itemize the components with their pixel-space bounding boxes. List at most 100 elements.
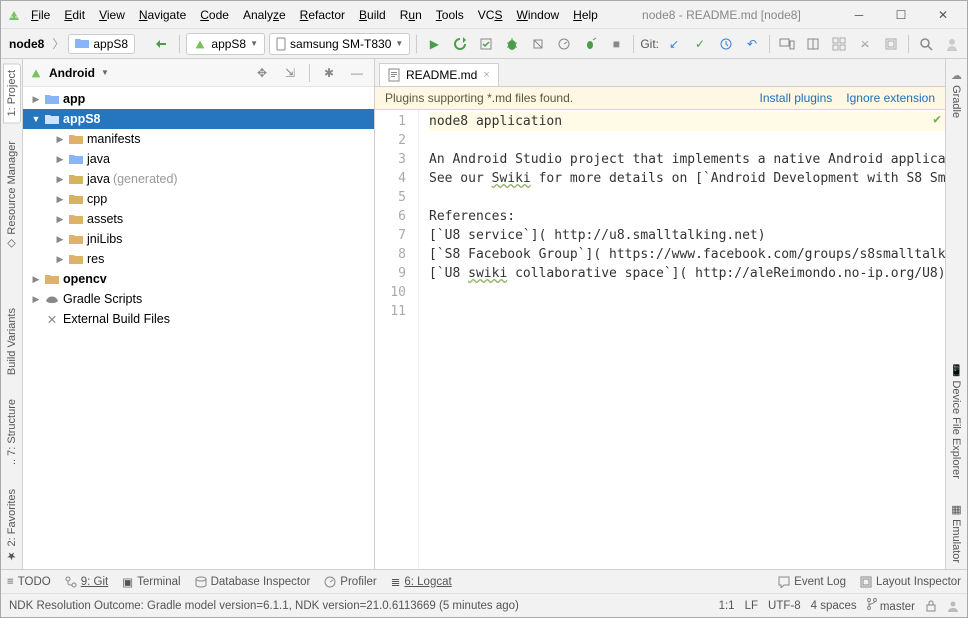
tree-node-opencv[interactable]: ▶opencv xyxy=(23,269,374,289)
coverage-icon[interactable] xyxy=(527,33,549,55)
menu-file[interactable]: File xyxy=(25,5,56,25)
troubleshoot-icon[interactable] xyxy=(854,33,876,55)
tree-node-java[interactable]: ▶java xyxy=(23,149,374,169)
vcs-commit-icon[interactable]: ✓ xyxy=(689,33,711,55)
project-panel: Android ▼ ✥ ⇲ ✱ — ▶app ▼appS8 ▶manifests… xyxy=(23,59,375,569)
run-config-selector[interactable]: appS8 ▼ xyxy=(186,33,265,55)
tree-node-external-build[interactable]: ✕External Build Files xyxy=(23,309,374,329)
main-area: 1: Project ◇ Resource Manager Build Vari… xyxy=(1,59,967,569)
chevron-down-icon[interactable]: ▼ xyxy=(101,68,109,77)
app-logo-icon xyxy=(5,6,23,24)
bottom-toolbar: ≡ TODO 9: Git ▣ Terminal Database Inspec… xyxy=(1,569,967,593)
menu-build[interactable]: Build xyxy=(353,5,392,25)
device-selector[interactable]: samsung SM-T830 ▼ xyxy=(269,33,410,55)
tree-node-manifests[interactable]: ▶manifests xyxy=(23,129,374,149)
search-everywhere-icon[interactable] xyxy=(915,33,937,55)
tree-node-res[interactable]: ▶res xyxy=(23,249,374,269)
hide-panel-icon[interactable]: — xyxy=(346,62,368,84)
tab-event-log[interactable]: Event Log xyxy=(778,576,846,588)
indent-settings[interactable]: 4 spaces xyxy=(811,600,857,612)
tree-node-appS8[interactable]: ▼appS8 xyxy=(23,109,374,129)
tab-favorites[interactable]: ★ 2: Favorites xyxy=(3,483,20,569)
tab-todo[interactable]: ≡ TODO xyxy=(7,576,51,588)
tree-node-assets[interactable]: ▶assets xyxy=(23,209,374,229)
tab-project[interactable]: 1: Project xyxy=(3,63,21,123)
tree-node-cpp[interactable]: ▶cpp xyxy=(23,189,374,209)
run-button[interactable]: ▶ xyxy=(423,33,445,55)
close-tab-icon[interactable]: × xyxy=(483,69,489,81)
tab-build-variants[interactable]: Build Variants xyxy=(4,302,20,381)
git-branch[interactable]: master xyxy=(867,598,915,613)
vcs-history-icon[interactable] xyxy=(715,33,737,55)
tree-node-app[interactable]: ▶app xyxy=(23,89,374,109)
locate-icon[interactable]: ✥ xyxy=(251,62,273,84)
ignore-extension-link[interactable]: Ignore extension xyxy=(846,91,935,105)
tab-profiler[interactable]: Profiler xyxy=(324,576,376,588)
tree-node-java-generated[interactable]: ▶java (generated) xyxy=(23,169,374,189)
menu-run[interactable]: Run xyxy=(394,5,428,25)
line-ending[interactable]: LF xyxy=(745,600,758,612)
code-editor[interactable]: 1234567891011 node8 application An Andro… xyxy=(375,110,945,569)
tab-resource-manager[interactable]: ◇ Resource Manager xyxy=(3,135,20,257)
sdk-manager-icon[interactable] xyxy=(802,33,824,55)
menu-refactor[interactable]: Refactor xyxy=(294,5,351,25)
resource-manager-icon[interactable] xyxy=(828,33,850,55)
profile-icon[interactable] xyxy=(553,33,575,55)
vcs-rollback-icon[interactable]: ↶ xyxy=(741,33,763,55)
expand-all-icon[interactable]: ⇲ xyxy=(279,62,301,84)
status-message: NDK Resolution Outcome: Gradle model ver… xyxy=(9,600,519,612)
code-content[interactable]: node8 application An Android Studio proj… xyxy=(419,110,945,569)
apply-changes-icon[interactable] xyxy=(449,33,471,55)
run-config-label: appS8 xyxy=(211,37,246,51)
avd-manager-icon[interactable] xyxy=(776,33,798,55)
file-encoding[interactable]: UTF-8 xyxy=(768,600,801,612)
layout-inspector-icon[interactable] xyxy=(880,33,902,55)
tab-logcat[interactable]: ≣ 6: Logcat xyxy=(391,575,452,589)
toolbar: node8 〉 appS8 appS8 ▼ samsung SM-T830 ▼ … xyxy=(1,29,967,59)
project-view-mode[interactable]: Android xyxy=(49,66,95,80)
menu-help[interactable]: Help xyxy=(567,5,604,25)
tab-terminal[interactable]: ▣ Terminal xyxy=(122,575,180,589)
debug-button[interactable] xyxy=(501,33,523,55)
tree-node-jnilibs[interactable]: ▶jniLibs xyxy=(23,229,374,249)
settings-icon[interactable]: ✱ xyxy=(318,62,340,84)
sync-gradle-icon[interactable] xyxy=(151,33,173,55)
device-label: samsung SM-T830 xyxy=(290,37,391,51)
caret-position[interactable]: 1:1 xyxy=(719,600,735,612)
maximize-button[interactable]: ☐ xyxy=(881,3,921,27)
vcs-update-icon[interactable]: ↙ xyxy=(663,33,685,55)
menu-edit[interactable]: Edit xyxy=(58,5,91,25)
breadcrumb-root[interactable]: node8 xyxy=(5,35,48,53)
close-button[interactable]: ✕ xyxy=(923,3,963,27)
menu-tools[interactable]: Tools xyxy=(430,5,470,25)
menu-code[interactable]: Code xyxy=(194,5,235,25)
menu-vcs[interactable]: VCS xyxy=(472,5,509,25)
minimize-button[interactable]: ─ xyxy=(839,3,879,27)
project-tree[interactable]: ▶app ▼appS8 ▶manifests ▶java ▶java (gene… xyxy=(23,87,374,569)
tab-structure[interactable]: .. 7: Structure xyxy=(4,393,20,471)
android-view-icon xyxy=(29,66,43,80)
stop-button[interactable]: ■ xyxy=(605,33,627,55)
menu-window[interactable]: Window xyxy=(510,5,565,25)
project-panel-header: Android ▼ ✥ ⇲ ✱ — xyxy=(23,59,374,87)
breadcrumb-module[interactable]: appS8 xyxy=(68,34,135,54)
install-plugins-link[interactable]: Install plugins xyxy=(760,91,833,105)
attach-debugger-icon[interactable] xyxy=(579,33,601,55)
tab-database-inspector[interactable]: Database Inspector xyxy=(195,576,311,588)
user-icon[interactable] xyxy=(941,33,963,55)
tab-gradle[interactable]: ☁ Gradle xyxy=(948,63,965,124)
tab-emulator[interactable]: ▦ Emulator xyxy=(948,497,965,569)
tab-layout-inspector[interactable]: Layout Inspector xyxy=(860,576,961,588)
breadcrumb-module-label: appS8 xyxy=(93,37,128,51)
lock-icon[interactable] xyxy=(925,600,937,612)
ide-user-icon[interactable] xyxy=(947,600,959,612)
menu-analyze[interactable]: Analyze xyxy=(237,5,292,25)
menu-view[interactable]: View xyxy=(93,5,131,25)
tab-device-file-explorer[interactable]: 📱 Device File Explorer xyxy=(948,358,965,485)
apply-code-changes-icon[interactable] xyxy=(475,33,497,55)
menu-navigate[interactable]: Navigate xyxy=(133,5,192,25)
editor-tab-readme[interactable]: README.md × xyxy=(379,63,499,86)
tree-node-gradle-scripts[interactable]: ▶Gradle Scripts xyxy=(23,289,374,309)
tab-git[interactable]: 9: Git xyxy=(65,576,108,588)
inspection-ok-icon[interactable]: ✔ xyxy=(933,112,941,127)
